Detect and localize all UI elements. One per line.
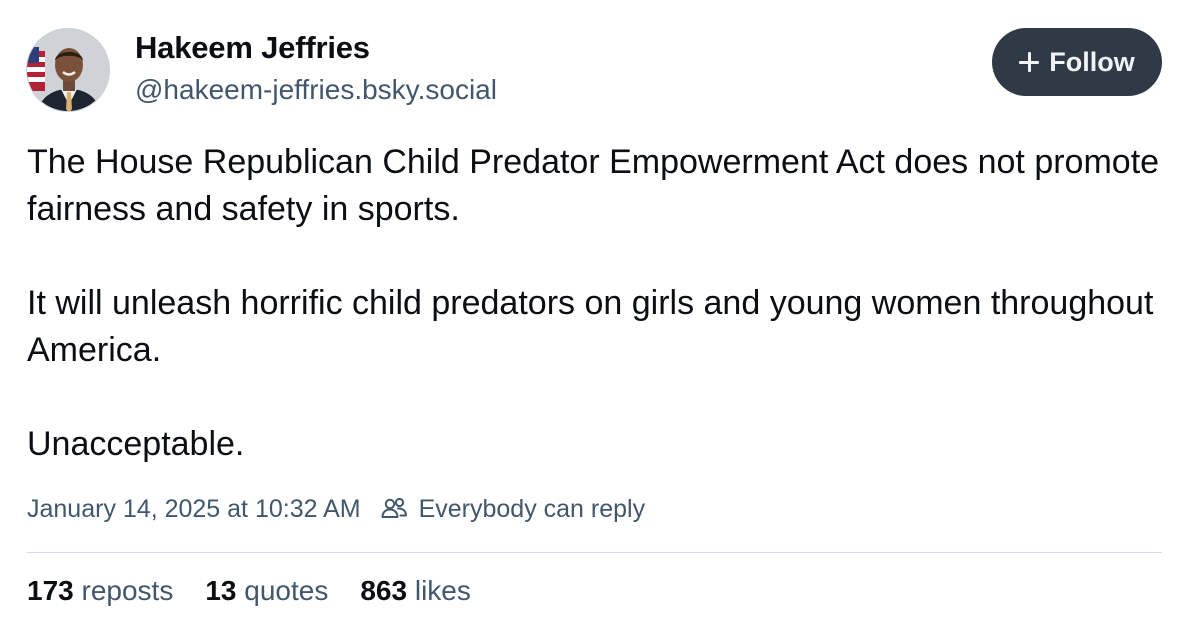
profile-photo-icon	[27, 29, 109, 111]
follow-button-label: Follow	[1049, 46, 1135, 77]
people-icon	[381, 497, 407, 518]
reposts-count: 173	[27, 575, 74, 606]
post-thread-item: Hakeem Jeffries @hakeem-jeffries.bsky.so…	[0, 0, 1188, 624]
reposts-stat[interactable]: 173 reposts	[27, 575, 173, 607]
reply-setting: Everybody can reply	[418, 494, 646, 523]
author-handle[interactable]: @hakeem-jeffries.bsky.social	[135, 74, 497, 106]
post-meta: January 14, 2025 at 10:32 AM Everybody c…	[27, 494, 645, 524]
likes-count: 863	[360, 575, 408, 606]
post-text: The House Republican Child Predator Empo…	[27, 139, 1162, 468]
post-paragraph: The House Republican Child Predator Empo…	[27, 143, 1160, 228]
likes-label: likes	[414, 575, 471, 606]
author-name[interactable]: Hakeem Jeffries	[135, 30, 370, 66]
post-timestamp[interactable]: January 14, 2025 at 10:32 AM	[27, 495, 361, 524]
reposts-label: reposts	[81, 575, 174, 606]
avatar[interactable]	[26, 28, 110, 112]
follow-button[interactable]: Follow	[992, 28, 1162, 96]
likes-stat[interactable]: 863 likes	[360, 575, 471, 607]
engagement-stats: 173 reposts 13 quotes 863 likes	[27, 575, 503, 607]
quotes-label: quotes	[244, 575, 329, 606]
quotes-stat[interactable]: 13 quotes	[205, 575, 328, 607]
post-paragraph: Unacceptable.	[27, 425, 245, 463]
divider	[27, 552, 1162, 553]
plus-icon	[1019, 52, 1040, 72]
post-paragraph: It will unleash horrific child predators…	[27, 284, 1154, 369]
quotes-count: 13	[205, 575, 237, 606]
